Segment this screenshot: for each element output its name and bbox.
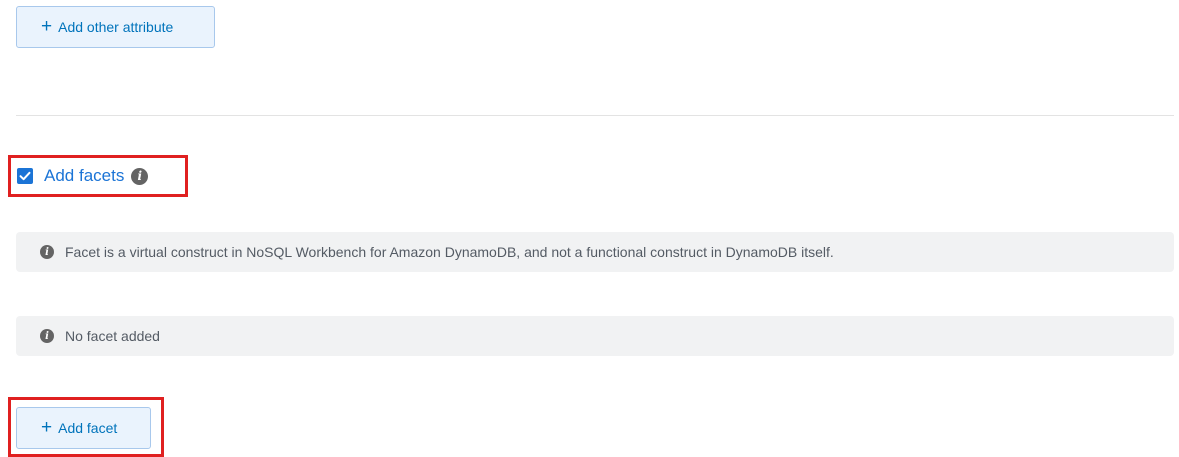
add-facets-label[interactable]: Add facets xyxy=(44,166,124,186)
add-facets-checkbox[interactable] xyxy=(17,168,33,184)
plus-icon: + xyxy=(41,15,53,37)
add-facet-label: Add facet xyxy=(58,420,118,436)
add-other-attribute-button[interactable]: + Add other attribute xyxy=(16,6,215,48)
no-facet-notice-text: No facet added xyxy=(65,328,160,344)
checkmark-icon xyxy=(19,171,31,181)
add-facet-button[interactable]: + Add facet xyxy=(16,407,151,449)
add-facets-control: Add facets i xyxy=(17,166,149,186)
info-icon: i xyxy=(40,245,54,259)
no-facet-notice: i No facet added xyxy=(16,316,1174,356)
plus-icon: + xyxy=(41,416,53,438)
section-divider xyxy=(16,115,1174,116)
facet-virtual-notice: i Facet is a virtual construct in NoSQL … xyxy=(16,232,1174,272)
add-other-attribute-label: Add other attribute xyxy=(58,19,174,35)
info-icon: i xyxy=(40,329,54,343)
info-icon[interactable]: i xyxy=(131,167,149,185)
facet-virtual-notice-text: Facet is a virtual construct in NoSQL Wo… xyxy=(65,244,834,260)
